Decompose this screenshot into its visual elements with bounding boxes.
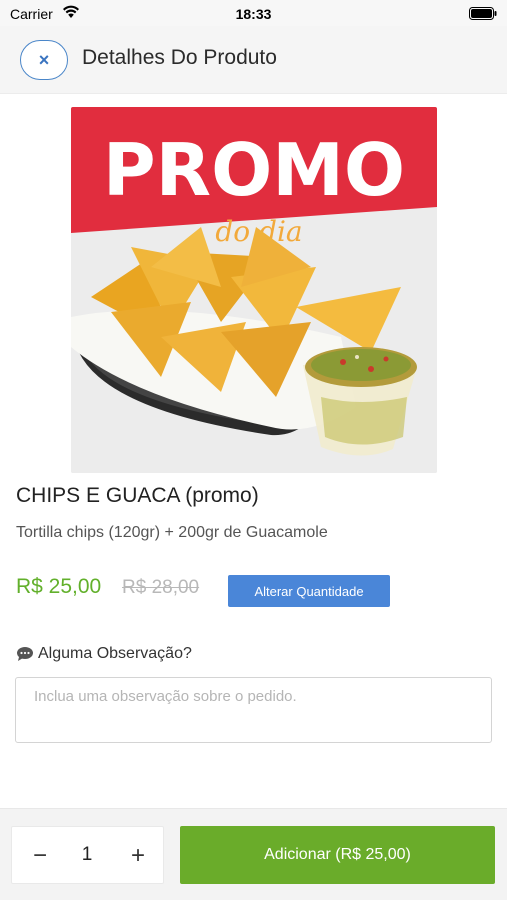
comment-icon <box>17 647 33 661</box>
status-bar: Carrier 18:33 <box>0 0 507 26</box>
status-time: 18:33 <box>235 6 272 22</box>
battery-icon <box>469 7 497 20</box>
page-title: Detalhes Do Produto <box>82 46 277 69</box>
increase-quantity-button[interactable]: + <box>124 841 152 871</box>
close-icon: × <box>38 50 50 70</box>
add-to-cart-button[interactable]: Adicionar (R$ 25,00) <box>180 826 495 884</box>
promo-headline: PROMO <box>103 128 405 212</box>
decrease-quantity-button[interactable]: − <box>26 841 54 871</box>
product-image-art: PROMO do dia <box>71 107 437 473</box>
header: × Detalhes Do Produto <box>0 26 507 94</box>
quantity-stepper: − 1 + <box>11 826 164 884</box>
observation-label-row: Alguma Observação? <box>16 645 192 663</box>
bottom-bar: − 1 + Adicionar (R$ 25,00) <box>0 808 507 900</box>
product-name: CHIPS E GUACA (promo) <box>16 484 259 507</box>
close-button[interactable]: × <box>20 40 68 80</box>
old-price: R$ 28,00 <box>122 577 200 598</box>
observation-input[interactable] <box>15 677 492 743</box>
change-quantity-button[interactable]: Alterar Quantidade <box>228 575 390 607</box>
product-image: PROMO do dia <box>71 107 437 473</box>
product-description: Tortilla chips (120gr) + 200gr de Guacam… <box>16 524 328 541</box>
quantity-value: 1 <box>81 844 93 865</box>
observation-label: Alguma Observação? <box>38 645 192 662</box>
current-price: R$ 25,00 <box>16 575 102 598</box>
